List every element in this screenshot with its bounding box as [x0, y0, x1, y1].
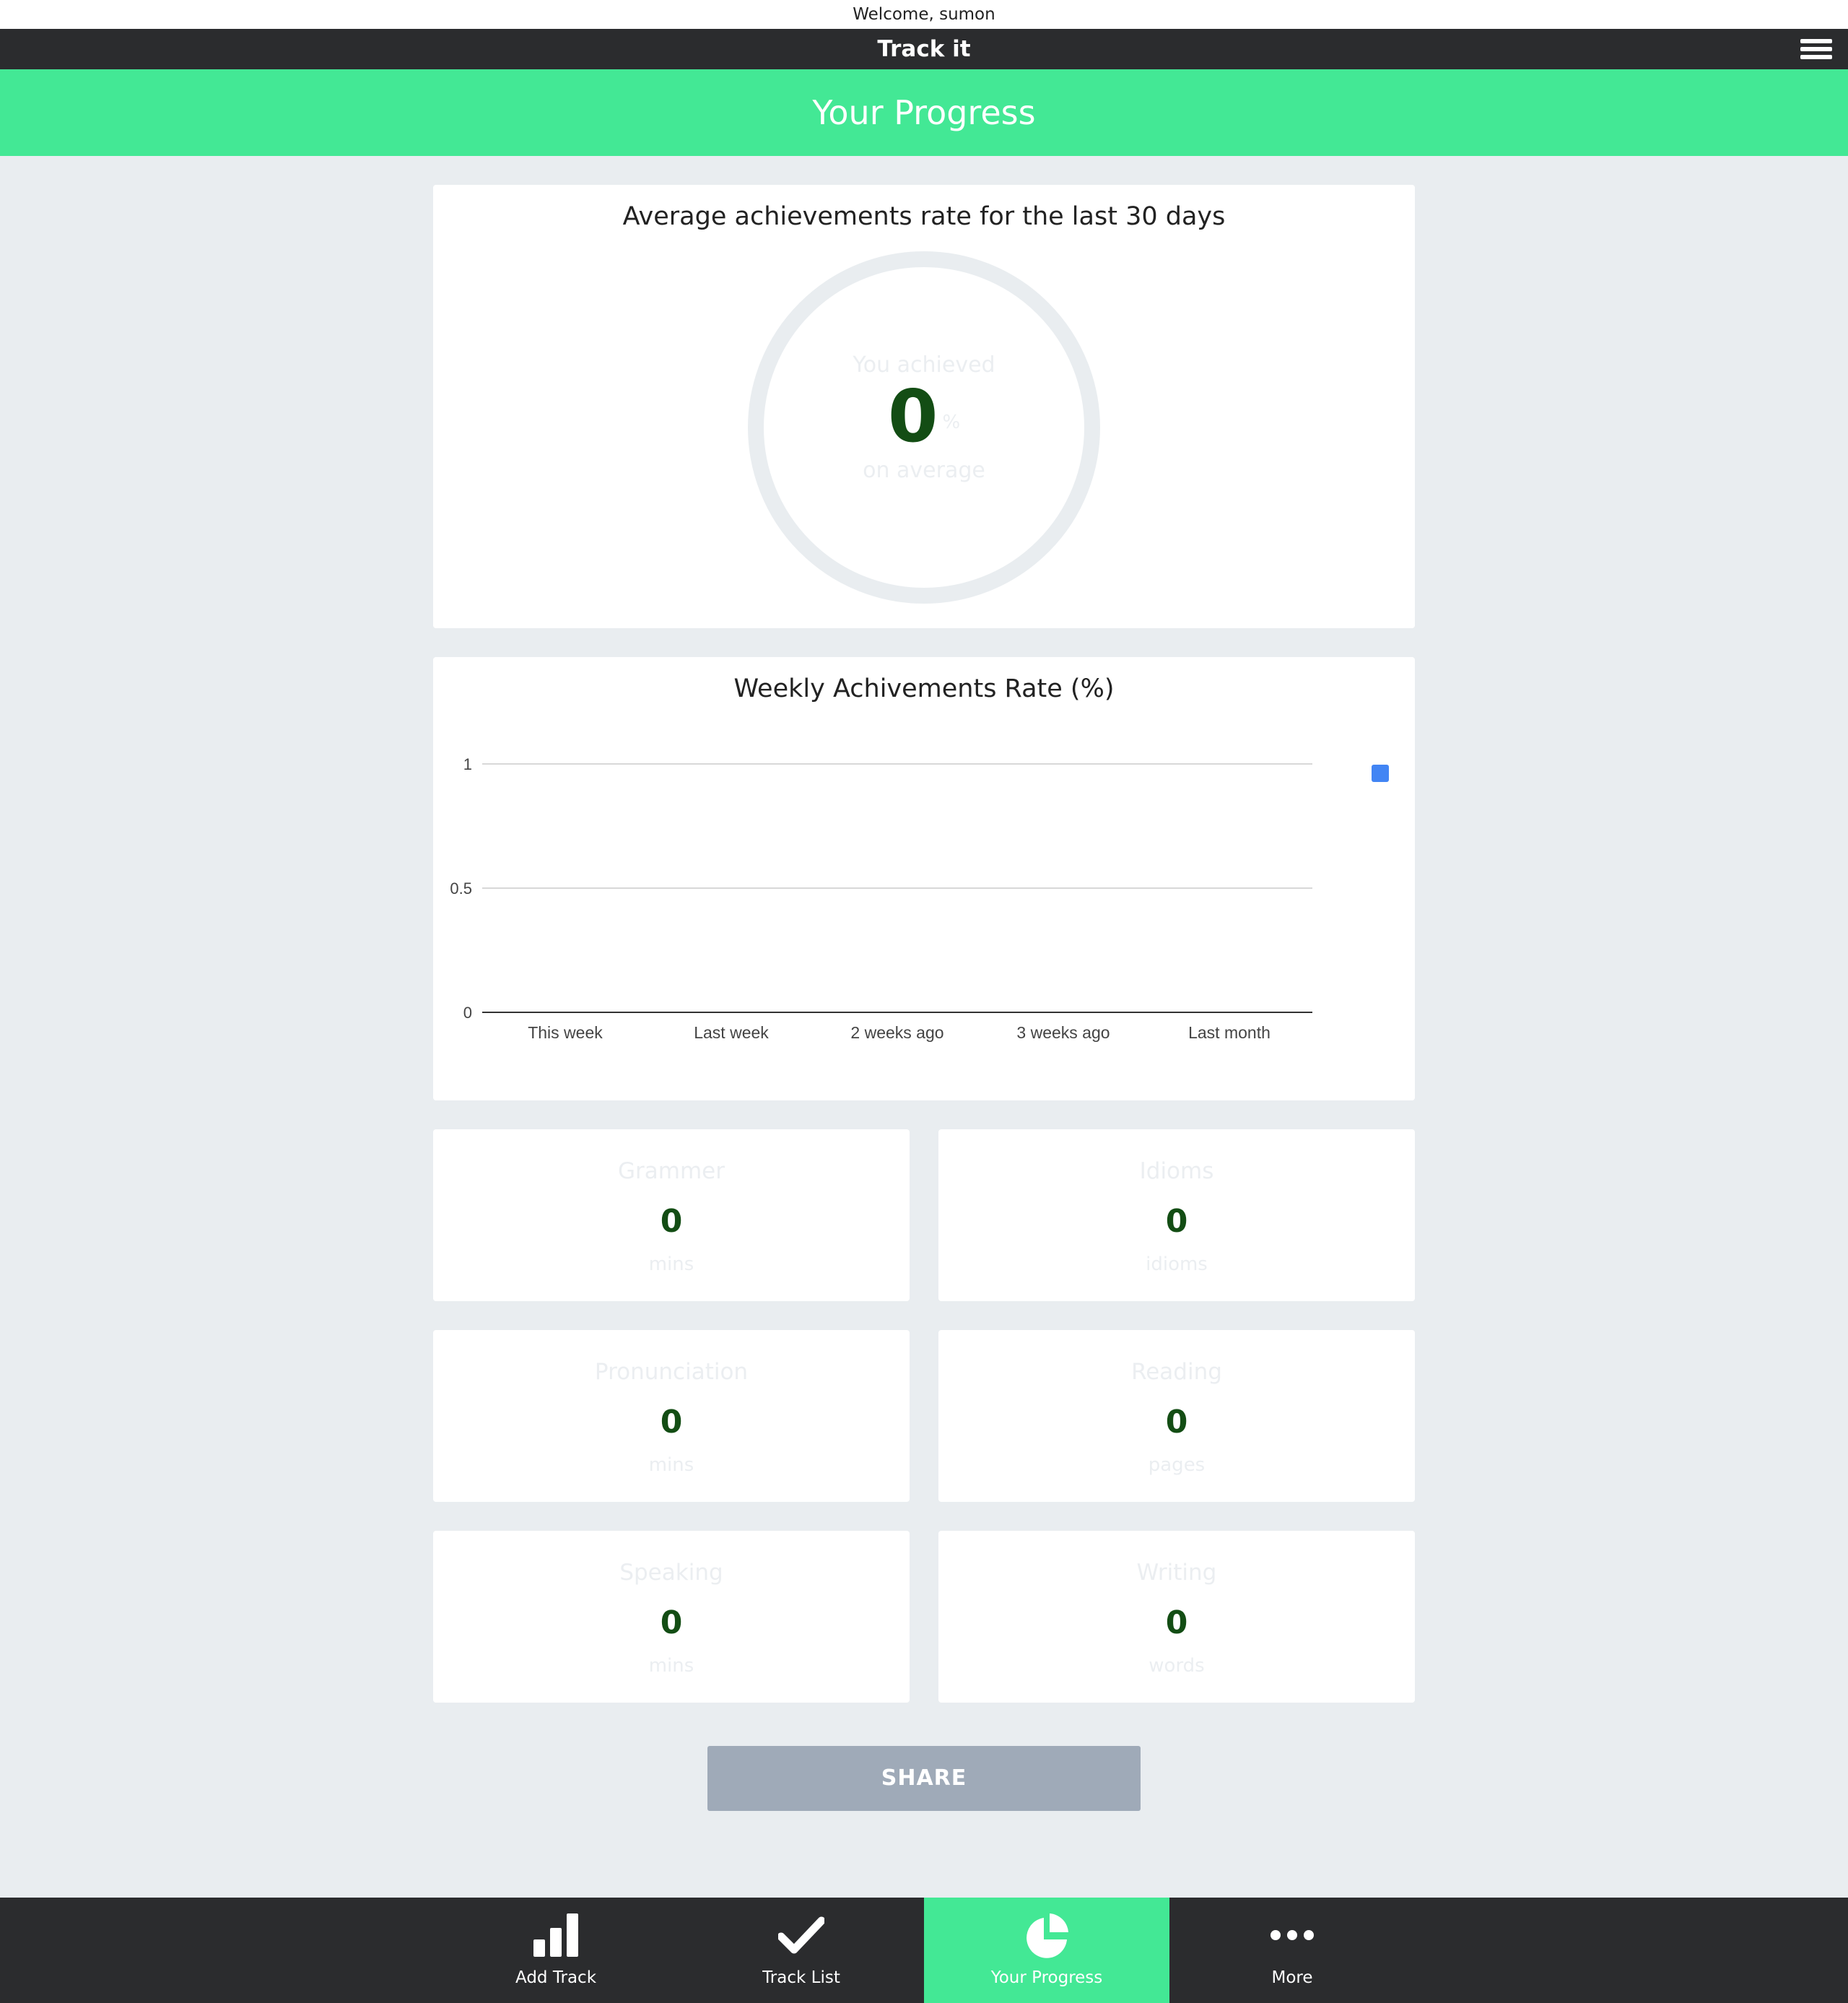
hamburger-menu-icon[interactable] [1797, 35, 1835, 64]
stat-card-writing: Writing 0 words [938, 1531, 1415, 1703]
stat-unit: pages [1148, 1454, 1206, 1476]
stat-unit: mins [648, 1655, 694, 1677]
bottom-navigation: Add Track Track List Your Progress More [0, 1898, 1848, 2003]
progress-ring-content: You achieved 0% on average [748, 251, 1100, 604]
stat-card-pronunciation: Pronunciation 0 mins [433, 1330, 910, 1502]
stat-unit: words [1149, 1655, 1205, 1677]
stat-value: 0 [1165, 1203, 1188, 1240]
weekly-bar-chart: 0 0.5 1 This week Last week 2 weeks ago 3 week… [450, 755, 1389, 1042]
x-tick-label: Last month [1188, 1023, 1270, 1042]
stat-label: Reading [1131, 1359, 1222, 1385]
stat-label: Writing [1136, 1560, 1217, 1586]
nav-more[interactable]: More [1169, 1898, 1415, 2003]
nav-label: Your Progress [990, 1968, 1103, 1987]
app-title: Track it [877, 36, 971, 62]
nav-label: Add Track [515, 1968, 597, 1987]
stat-value: 0 [1165, 1404, 1188, 1441]
average-value-number: 0 [887, 374, 938, 459]
stat-label: Pronunciation [594, 1359, 749, 1385]
nav-track-list[interactable]: Track List [679, 1898, 924, 2003]
x-tick-label: Last week [694, 1023, 769, 1042]
nav-label: More [1271, 1968, 1313, 1987]
stat-card-reading: Reading 0 pages [938, 1330, 1415, 1502]
pie-chart-icon [1027, 1913, 1068, 1958]
more-dots-icon [1270, 1930, 1314, 1940]
stat-unit: mins [648, 1253, 694, 1275]
stat-value: 0 [660, 1203, 683, 1240]
x-tick-label: 3 weeks ago [1016, 1023, 1110, 1042]
stat-label: Idioms [1139, 1158, 1214, 1184]
ring-bottom-text: on average [863, 458, 985, 483]
page-header: Your Progress [0, 69, 1848, 156]
bar-chart-icon [533, 1913, 578, 1957]
stat-value: 0 [660, 1604, 683, 1641]
app-header: Track it [0, 29, 1848, 69]
stat-unit: mins [648, 1454, 694, 1476]
stat-unit: idioms [1146, 1253, 1208, 1275]
y-tick-label: 0 [463, 1004, 472, 1022]
page-title: Your Progress [812, 93, 1036, 132]
average-achievement-card: Average achievements rate for the last 3… [433, 185, 1415, 628]
welcome-message: Welcome, sumon [0, 0, 1848, 29]
stat-card-idioms: Idioms 0 idioms [938, 1129, 1415, 1301]
stat-value: 0 [1165, 1604, 1188, 1641]
stat-card-grammer: Grammer 0 mins [433, 1129, 910, 1301]
average-value: 0% [748, 374, 1100, 459]
average-unit: % [942, 412, 961, 433]
x-tick-label: 2 weeks ago [850, 1023, 943, 1042]
average-card-title: Average achievements rate for the last 3… [622, 202, 1226, 231]
stat-value: 0 [660, 1404, 683, 1441]
share-button[interactable]: SHARE [707, 1746, 1141, 1811]
weekly-achievements-card: Weekly Achivements Rate (%) 0 0.5 1 This we… [433, 657, 1415, 1100]
legend-swatch [1372, 765, 1389, 782]
y-tick-label: 0.5 [450, 879, 472, 898]
nav-add-track[interactable]: Add Track [433, 1898, 679, 2003]
y-tick-label: 1 [463, 755, 472, 773]
stat-label: Speaking [619, 1560, 723, 1586]
x-tick-label: This week [528, 1023, 603, 1042]
stat-label: Grammer [618, 1158, 725, 1184]
nav-your-progress[interactable]: Your Progress [924, 1898, 1169, 2003]
stat-card-speaking: Speaking 0 mins [433, 1531, 910, 1703]
nav-label: Track List [762, 1968, 840, 1987]
checkmark-icon [778, 1916, 824, 1954]
